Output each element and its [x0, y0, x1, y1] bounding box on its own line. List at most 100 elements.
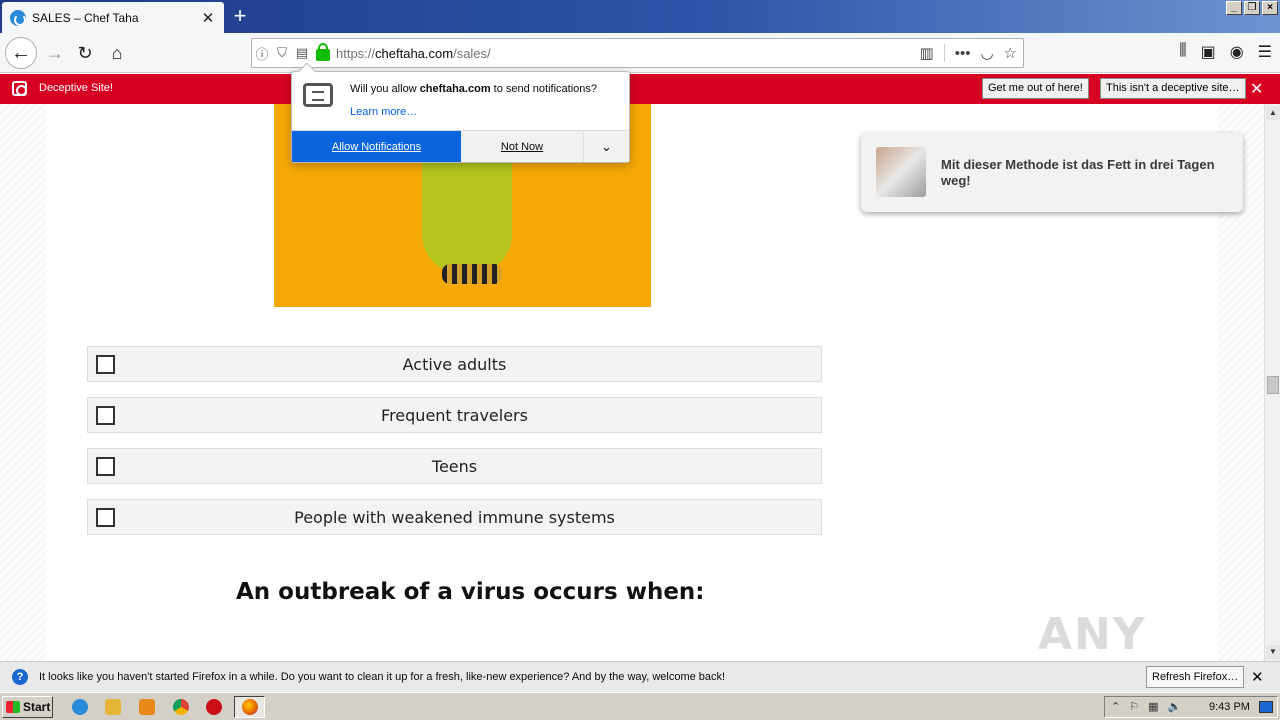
flag-icon[interactable]: ⚐: [1129, 700, 1139, 713]
scroll-down-icon[interactable]: ▼: [1266, 645, 1280, 659]
chat-bubble-icon: [303, 83, 333, 107]
new-tab-button[interactable]: +: [226, 3, 254, 30]
taskbar: Start ⌃ ⚐ ▦ 🔈 9:43 PM: [0, 692, 1280, 720]
site-favicon-icon: [10, 9, 26, 26]
toolbar-right: ⫼ ▣ ◉ ☰: [1179, 42, 1272, 62]
option-label: Teens: [431, 456, 478, 476]
anyrun-watermark: ANY RUN: [1038, 609, 1148, 661]
nav-bar: ← → ↻ ⌂ ⓘ ⛉ ▤ https://cheftaha.com/sales…: [0, 33, 1280, 73]
warning-icon: [12, 81, 27, 96]
firefox-icon: [242, 699, 258, 715]
tab-close-icon[interactable]: ✕: [200, 9, 216, 27]
library-icon[interactable]: ⫼: [1179, 42, 1186, 62]
start-button[interactable]: Start: [2, 696, 53, 718]
message-site: cheftaha.com: [419, 83, 491, 95]
tab-strip: SALES – Chef Taha ✕ + _ ❐ ×: [0, 0, 1280, 33]
refresh-firefox-button[interactable]: Refresh Firefox…: [1146, 666, 1245, 688]
question-icon: ?: [12, 669, 28, 685]
url-text[interactable]: https://cheftaha.com/sales/: [336, 46, 920, 61]
reader-view-icon[interactable]: ▥: [920, 44, 934, 62]
opera-icon[interactable]: [206, 699, 222, 715]
checkbox[interactable]: [96, 457, 115, 476]
permission-message: Will you allow cheftaha.com to send noti…: [350, 83, 597, 95]
sidebar-icon[interactable]: ▣: [1201, 42, 1216, 62]
folder-icon[interactable]: [105, 699, 121, 715]
option-weakened-immune[interactable]: People with weakened immune systems: [87, 499, 822, 535]
lock-icon[interactable]: [316, 43, 330, 61]
close-icon[interactable]: ✕: [1250, 79, 1263, 99]
url-path: /sales/: [453, 45, 491, 61]
option-label: Frequent travelers: [381, 405, 528, 425]
vertical-scrollbar[interactable]: ▲ ▼: [1264, 104, 1280, 661]
reload-icon: ↻: [77, 42, 93, 63]
promo-text: Mit dieser Methode ist das Fett in drei …: [941, 157, 1215, 188]
tray-expand-icon[interactable]: ⌃: [1111, 700, 1120, 713]
not-deceptive-button[interactable]: This isn't a deceptive site…: [1100, 78, 1246, 99]
media-player-icon[interactable]: [139, 699, 155, 715]
question-title: An outbreak of a virus occurs when:: [236, 579, 705, 605]
chrome-icon[interactable]: [173, 699, 189, 715]
bookmark-star-icon[interactable]: ☆: [1004, 44, 1017, 62]
tracking-shield-icon[interactable]: ⛉: [272, 45, 292, 61]
menu-icon[interactable]: ☰: [1258, 42, 1272, 62]
learn-more-link[interactable]: Learn more…: [350, 106, 417, 118]
notice-text: It looks like you haven't started Firefo…: [39, 671, 726, 683]
account-icon[interactable]: ◉: [1230, 42, 1244, 62]
message-text: Will you allow: [350, 83, 420, 95]
chevron-down-icon[interactable]: ⌄: [584, 131, 629, 162]
minimize-icon[interactable]: _: [1226, 1, 1242, 15]
notification-permission-icon[interactable]: ▤: [292, 45, 312, 61]
reload-button[interactable]: ↻: [70, 38, 100, 68]
promo-thumbnail: [876, 147, 926, 197]
page-actions-icon[interactable]: •••: [955, 45, 971, 62]
url-bar[interactable]: ⓘ ⛉ ▤ https://cheftaha.com/sales/ ▥ ••• …: [251, 38, 1024, 68]
checkbox[interactable]: [96, 355, 115, 374]
back-button[interactable]: ←: [5, 37, 37, 69]
arrow-right-icon: →: [46, 42, 64, 63]
option-teens[interactable]: Teens: [87, 448, 822, 484]
arrow-left-icon: ←: [11, 41, 31, 64]
checkbox[interactable]: [96, 406, 115, 425]
message-text: to send notifications?: [490, 83, 598, 95]
internet-explorer-icon[interactable]: [72, 699, 88, 715]
start-label: Start: [23, 700, 51, 714]
close-window-icon[interactable]: ×: [1262, 1, 1278, 15]
permission-actions: Allow Notifications Not Now ⌄: [292, 130, 629, 162]
tab-sales[interactable]: SALES – Chef Taha ✕: [2, 2, 224, 33]
url-scheme: https://: [336, 45, 376, 61]
tab-title: SALES – Chef Taha: [32, 10, 139, 25]
option-frequent-travelers[interactable]: Frequent travelers: [87, 397, 822, 433]
window-controls: _ ❐ ×: [1226, 1, 1278, 15]
url-divider: [943, 44, 945, 62]
info-icon[interactable]: ⓘ: [252, 44, 272, 63]
hero-feet: [442, 264, 502, 284]
option-active-adults[interactable]: Active adults: [87, 346, 822, 382]
notification-permission-popup: Will you allow cheftaha.com to send noti…: [291, 62, 630, 163]
volume-icon[interactable]: 🔈: [1168, 700, 1182, 713]
checkbox[interactable]: [96, 508, 115, 527]
taskbar-firefox[interactable]: [234, 696, 265, 718]
home-icon: ⌂: [111, 42, 123, 63]
windows-logo-icon: [6, 701, 20, 713]
home-button[interactable]: ⌂: [102, 38, 132, 68]
clock[interactable]: 9:43 PM: [1209, 701, 1250, 713]
allow-notifications-button[interactable]: Allow Notifications: [292, 131, 461, 162]
deceptive-site-bar: Deceptive Site! Get me out of here! This…: [0, 74, 1280, 104]
not-now-button[interactable]: Not Now: [461, 131, 584, 162]
promo-card[interactable]: Mit dieser Methode ist das Fett in drei …: [861, 133, 1243, 212]
show-desktop-icon[interactable]: [1259, 701, 1273, 713]
scroll-thumb[interactable]: [1267, 376, 1279, 394]
refresh-firefox-bar: ? It looks like you haven't started Fire…: [0, 661, 1280, 692]
network-icon[interactable]: ▦: [1148, 700, 1158, 713]
system-tray: ⌃ ⚐ ▦ 🔈 9:43 PM: [1104, 696, 1278, 718]
forward-button[interactable]: →: [40, 38, 70, 68]
pocket-icon[interactable]: ◡: [980, 44, 993, 62]
scroll-up-icon[interactable]: ▲: [1266, 106, 1280, 120]
get-out-button[interactable]: Get me out of here!: [982, 78, 1089, 99]
url-host: cheftaha.com: [375, 45, 454, 61]
tray-icons: ⌃ ⚐ ▦ 🔈: [1111, 700, 1181, 713]
close-icon[interactable]: ✕: [1251, 668, 1264, 686]
restore-icon[interactable]: ❐: [1244, 1, 1260, 15]
url-actions: ▥ ••• ◡ ☆: [920, 44, 1024, 62]
option-label: People with weakened immune systems: [294, 507, 615, 527]
